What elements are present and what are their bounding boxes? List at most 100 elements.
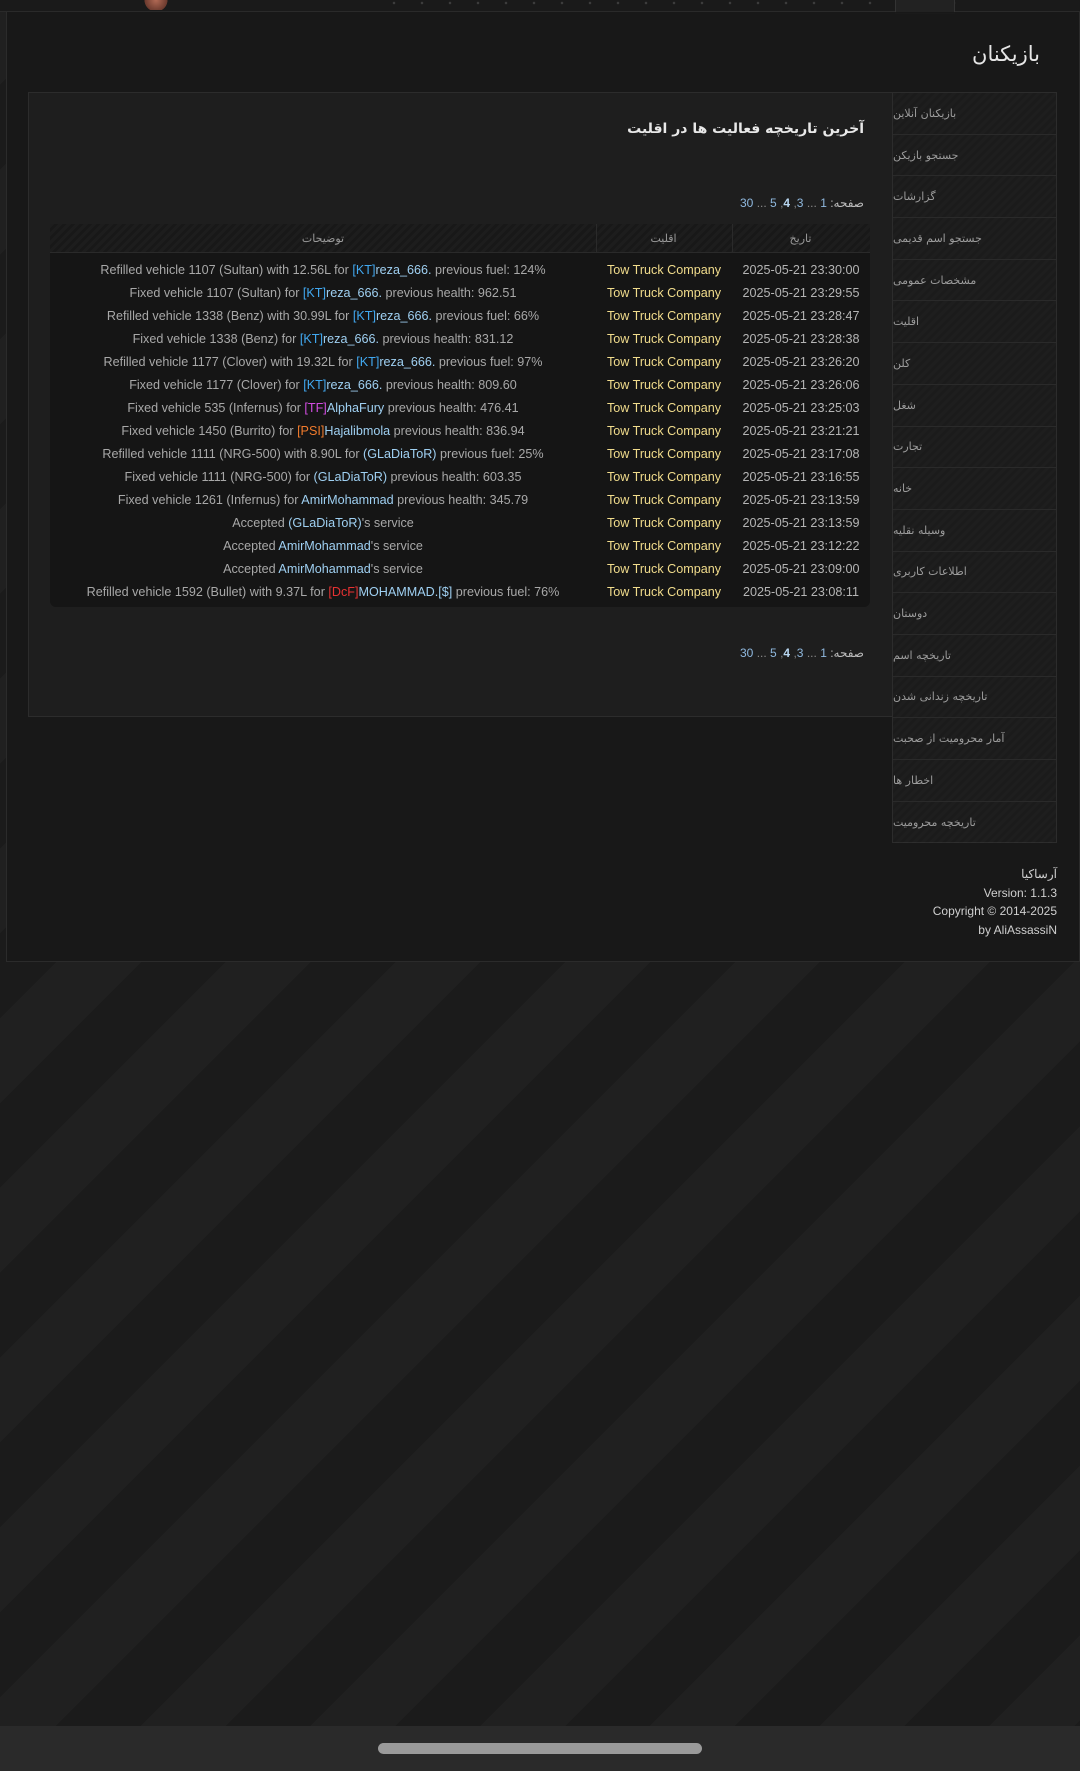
footer-brand: آرساکیا xyxy=(1021,867,1057,881)
cell-faction: Tow Truck Company xyxy=(606,584,722,599)
sidebar-item[interactable]: جستجو بازیکن xyxy=(893,134,1056,177)
cell-description: Refilled vehicle 1111 (NRG-500) with 8.9… xyxy=(50,442,596,465)
player-name-link[interactable]: AmirMohammad xyxy=(301,493,393,507)
player-name-link[interactable]: reza_666. xyxy=(376,309,432,323)
pagination-label: صفحه: xyxy=(830,646,864,660)
main-container: بازیکنان بازیکنان آنلاین جستجو بازیکن گزار… xyxy=(6,12,1080,962)
cell-description: Fixed vehicle 1107 (Sultan) for [KT]reza… xyxy=(50,281,596,304)
sidebar-item[interactable]: جستجو اسم قدیمی xyxy=(893,218,1056,260)
description-text: previous fuel: 97% xyxy=(435,354,543,369)
table-header-row: توضیحات اقلیت تاریخ xyxy=(50,224,870,253)
clan-tag: [KT] xyxy=(299,331,323,346)
table-row: Accepted AmirMohammad's service Tow Truck… xyxy=(50,557,870,580)
player-name-link[interactable]: reza_666. xyxy=(379,355,435,369)
player-name-link[interactable]: reza_666. xyxy=(323,332,379,346)
sidebar-item[interactable]: گزارشات xyxy=(893,176,1056,219)
table-row: Refilled vehicle 1107 (Sultan) with 12.5… xyxy=(50,253,870,281)
sidebar-item[interactable]: تجارت xyxy=(893,426,1056,469)
cell-faction: Tow Truck Company xyxy=(606,285,722,300)
page-link-5[interactable]: 5 xyxy=(770,646,777,660)
pagination-ellipsis: ... xyxy=(806,196,817,210)
player-name-link[interactable]: (GLaDiaToR) xyxy=(363,447,436,461)
page-link-last[interactable]: 30 xyxy=(740,646,753,660)
cell-faction: Tow Truck Company xyxy=(606,446,722,461)
cell-date: 2025-05-21 23:13:59 xyxy=(742,515,860,530)
cell-description: Fixed vehicle 1177 (Clover) for [KT]reza… xyxy=(50,373,596,396)
page-link-3[interactable]: 3 xyxy=(797,196,804,210)
table-row: Refilled vehicle 1592 (Bullet) with 9.37… xyxy=(50,580,870,607)
player-name-link[interactable]: AmirMohammad xyxy=(278,562,370,576)
player-name-link[interactable]: reza_666. xyxy=(326,286,382,300)
cell-faction: Tow Truck Company xyxy=(606,515,722,530)
cell-faction: Tow Truck Company xyxy=(606,492,722,507)
column-header-date: تاریخ xyxy=(732,224,870,253)
player-name-link[interactable]: Hajalibmola xyxy=(324,424,390,438)
clan-tag: [KT] xyxy=(352,308,376,323)
cell-date: 2025-05-21 23:28:38 xyxy=(742,331,860,346)
sidebar-item[interactable]: بازیکنان آنلاین xyxy=(893,93,1056,135)
sidebar-item[interactable]: اطلاعات کاربری xyxy=(893,551,1056,594)
page-link-1[interactable]: 1 xyxy=(820,196,827,210)
page-link-5[interactable]: 5 xyxy=(770,196,777,210)
sidebar-item[interactable]: وسیله نقلیه xyxy=(893,509,1056,552)
description-text: Refilled vehicle 1338 (Benz) with 30.99L… xyxy=(106,308,353,323)
page-link-3[interactable]: 3 xyxy=(797,646,804,660)
table-row: Accepted (GLaDiaToR)'s service Tow Truck … xyxy=(50,511,870,534)
clan-tag: [KT] xyxy=(352,262,376,277)
sidebar-item[interactable]: تاریخچه زندانی شدن xyxy=(893,676,1056,719)
description-text: Refilled vehicle 1107 (Sultan) with 12.5… xyxy=(100,262,353,277)
player-name-link[interactable]: reza_666. xyxy=(375,263,431,277)
sidebar-item[interactable]: کلن xyxy=(893,343,1056,385)
sidebar-item[interactable]: اقلیت xyxy=(893,301,1056,344)
description-text: previous fuel: 25% xyxy=(436,446,544,461)
cell-description: Refilled vehicle 1592 (Bullet) with 9.37… xyxy=(50,580,596,607)
clan-tag: [DcF] xyxy=(328,584,359,599)
sidebar-item[interactable]: دوستان xyxy=(893,593,1056,635)
activity-panel: آخرین تاریخچه فعالیت ها در اقلیت صفحه: 1… xyxy=(28,92,893,717)
player-name-link[interactable]: AmirMohammad xyxy=(278,539,370,553)
pagination-ellipsis: ... xyxy=(756,646,767,660)
cell-description: Accepted (GLaDiaToR)'s service xyxy=(50,511,596,534)
description-text: previous fuel: 66% xyxy=(431,308,540,323)
cell-faction: Tow Truck Company xyxy=(606,561,722,576)
player-name-link[interactable]: reza_666. xyxy=(326,378,382,392)
sidebar-item[interactable]: تاریخچه اسم xyxy=(893,634,1056,677)
sidebar-item[interactable]: شغل xyxy=(893,384,1056,427)
table-row: Fixed vehicle 1261 (Infernus) for AmirMo… xyxy=(50,488,870,511)
sidebar-item[interactable]: تاریخچه محرومیت xyxy=(893,801,1056,844)
cell-date: 2025-05-21 23:29:55 xyxy=(742,285,860,300)
description-text: Fixed vehicle 1107 (Sultan) for xyxy=(129,285,303,300)
sidebar-item[interactable]: آمار محرومیت از صحبت xyxy=(893,718,1056,760)
cell-description: Refilled vehicle 1338 (Benz) with 30.99L… xyxy=(50,304,596,327)
footer-version: Version: 1.1.3 xyxy=(983,885,1057,900)
player-name-link[interactable]: (GLaDiaToR) xyxy=(288,516,361,530)
clan-tag: [TF] xyxy=(304,400,327,415)
cell-description: Fixed vehicle 1111 (NRG-500) for (GLaDia… xyxy=(50,465,596,488)
player-name-link[interactable]: (GLaDiaToR) xyxy=(314,470,387,484)
horizontal-scrollbar-thumb[interactable] xyxy=(378,1743,702,1754)
activity-log-table: توضیحات اقلیت تاریخ Refilled vehicle 110… xyxy=(50,224,870,607)
page-link-last[interactable]: 30 xyxy=(740,196,753,210)
nav-menu-items[interactable] xyxy=(380,0,980,6)
sidebar-item[interactable]: خانه xyxy=(893,468,1056,510)
pagination-ellipsis: ... xyxy=(806,646,817,660)
player-name-link[interactable]: MOHAMMAD.[$] xyxy=(358,585,452,599)
description-text: Refilled vehicle 1177 (Clover) with 19.3… xyxy=(103,354,357,369)
table-row: Fixed vehicle 1338 (Benz) for [KT]reza_6… xyxy=(50,327,870,350)
cell-faction: Tow Truck Company xyxy=(606,331,722,346)
table-row: Refilled vehicle 1338 (Benz) with 30.99L… xyxy=(50,304,870,327)
sidebar-item[interactable]: مشخصات عمومی xyxy=(893,259,1056,302)
cell-faction: Tow Truck Company xyxy=(606,400,722,415)
pagination-label: صفحه: xyxy=(830,196,864,210)
cell-description: Accepted AmirMohammad's service xyxy=(50,557,596,580)
sidebar-item[interactable]: اخطار ها xyxy=(893,760,1056,802)
page-link-1[interactable]: 1 xyxy=(820,646,827,660)
player-name-link[interactable]: AlphaFury xyxy=(327,401,384,415)
cell-description: Fixed vehicle 1338 (Benz) for [KT]reza_6… xyxy=(50,327,596,350)
description-text: previous health: 831.12 xyxy=(378,331,514,346)
user-avatar[interactable] xyxy=(140,0,172,10)
description-text: previous health: 603.35 xyxy=(387,469,522,484)
cell-date: 2025-05-21 23:12:22 xyxy=(742,538,860,553)
cell-date: 2025-05-21 23:26:20 xyxy=(742,354,860,369)
cell-description: Fixed vehicle 1261 (Infernus) for AmirMo… xyxy=(50,488,596,511)
